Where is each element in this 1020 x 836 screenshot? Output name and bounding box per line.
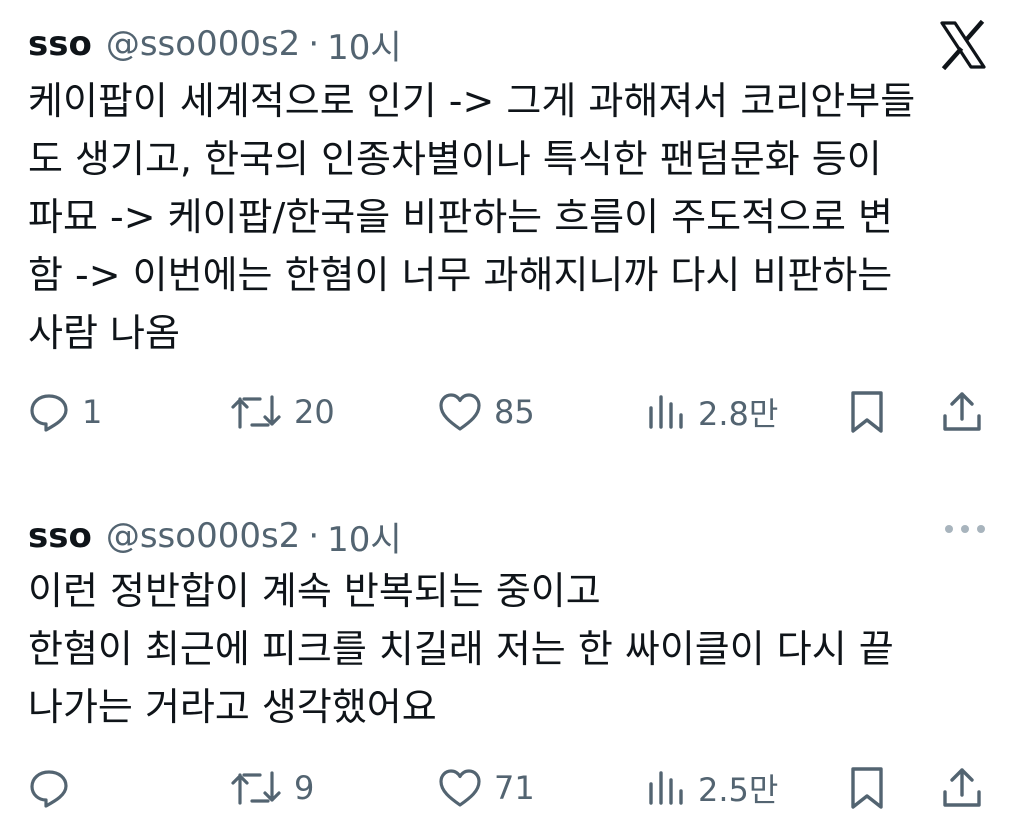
- views-count: 2.5만: [698, 771, 779, 809]
- tweet-header: sso @sso000s2 · 10시: [28, 20, 402, 69]
- bookmark-icon: [851, 391, 883, 433]
- share-icon: [943, 392, 981, 431]
- tweet-actions: 1 20 85 2.8만: [28, 382, 990, 442]
- repost-icon: [231, 395, 281, 429]
- tweet-header: sso @sso000s2 · 10시: [28, 512, 402, 561]
- heart-icon: [439, 393, 481, 431]
- tweet-actions: 9 71 2.5만: [28, 758, 990, 818]
- x-logo-icon: [940, 20, 986, 70]
- reply-icon: [30, 394, 68, 432]
- reply-icon: [30, 770, 68, 808]
- like-count: 85: [494, 393, 535, 431]
- reply-button[interactable]: 1: [28, 382, 102, 442]
- author-name[interactable]: sso: [28, 516, 92, 556]
- views-icon: [649, 771, 683, 805]
- more-icon[interactable]: [944, 522, 986, 536]
- tweet-text: 이런 정반합이 계속 반복되는 중이고 한혐이 최근에 피크를 치길래 저는 한…: [28, 569, 894, 729]
- bookmark-button[interactable]: [848, 382, 886, 442]
- views-count: 2.8만: [698, 395, 779, 433]
- bookmark-button[interactable]: [848, 758, 886, 818]
- author-handle[interactable]: @sso000s2: [106, 516, 300, 556]
- bookmark-icon: [851, 767, 883, 809]
- share-icon: [943, 768, 981, 807]
- reply-button[interactable]: [28, 758, 82, 818]
- like-count: 71: [494, 769, 535, 807]
- tweet[interactable]: sso @sso000s2 · 10시 이런 정반합이 계속 반복되는 중이고 …: [0, 470, 1020, 836]
- tweet-time[interactable]: 10시: [327, 20, 402, 69]
- share-button[interactable]: [940, 382, 984, 442]
- repost-button[interactable]: 9: [230, 758, 314, 818]
- like-button[interactable]: 85: [438, 382, 535, 442]
- repost-count: 9: [294, 769, 315, 807]
- author-handle[interactable]: @sso000s2: [106, 24, 300, 64]
- tweet-time[interactable]: 10시: [327, 512, 402, 561]
- repost-count: 20: [294, 393, 335, 431]
- repost-icon: [231, 771, 281, 805]
- tweet-text: 케이팝이 세계적으로 인기 -> 그게 과해져서 코리안부들 도 생기고, 한국…: [28, 79, 916, 355]
- views-icon: [649, 395, 683, 429]
- repost-button[interactable]: 20: [230, 382, 335, 442]
- like-button[interactable]: 71: [438, 758, 535, 818]
- separator-dot: ·: [308, 24, 320, 64]
- tweet[interactable]: sso @sso000s2 · 10시 케이팝이 세계적으로 인기 -> 그게 …: [0, 0, 1020, 470]
- heart-icon: [439, 769, 481, 807]
- author-name[interactable]: sso: [28, 24, 92, 64]
- views-button[interactable]: 2.8만: [646, 382, 778, 442]
- views-button[interactable]: 2.5만: [646, 758, 778, 818]
- reply-count: 1: [82, 393, 103, 431]
- separator-dot: ·: [308, 516, 320, 556]
- share-button[interactable]: [940, 758, 984, 818]
